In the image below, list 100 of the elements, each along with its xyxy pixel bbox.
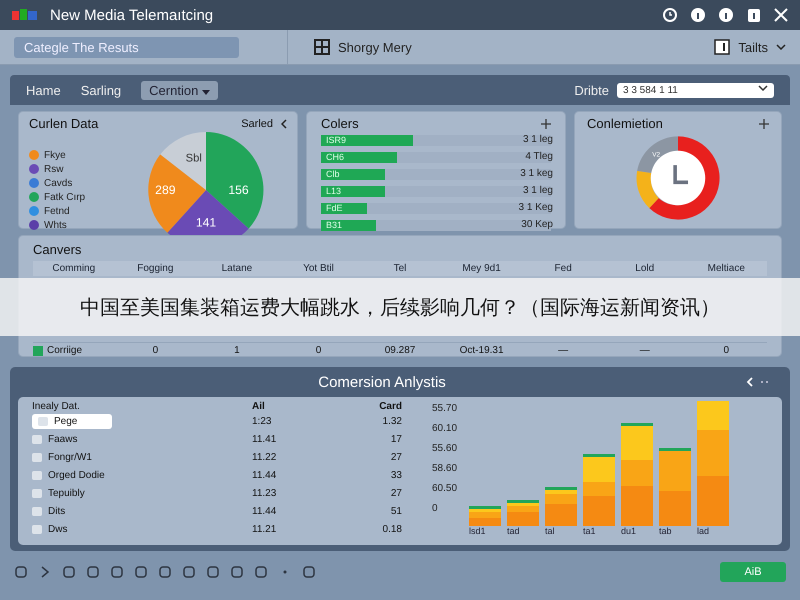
bar-fill: B31: [321, 220, 376, 230]
list-item[interactable]: Tepuibly: [32, 488, 252, 498]
info-icon[interactable]: [718, 7, 734, 23]
logo-icon: [12, 9, 38, 21]
list-item[interactable]: Orged Dodie: [32, 470, 252, 480]
window-title: New Media Telemaıtcing: [50, 6, 214, 24]
bar-fill: FdE: [321, 202, 367, 214]
table-cell-text: 11.44: [252, 470, 278, 480]
legend-label: Cavds: [44, 178, 72, 188]
date-label: Dribte: [574, 82, 609, 98]
list-item[interactable]: Dws: [32, 524, 252, 534]
table-cell-text: 33: [390, 470, 402, 480]
bar-value: 3 1 Keg: [518, 202, 553, 213]
axis-label: 58.60: [432, 463, 458, 474]
add-icon[interactable]: [541, 118, 551, 128]
table-cell-text: 11.41: [252, 434, 278, 444]
bar-value: 3 1 leg: [522, 134, 553, 145]
column-header: Meltiace: [706, 262, 746, 276]
column-header: Lold: [634, 262, 656, 276]
chevron-down-icon: [758, 84, 768, 90]
bar-value: 3 1 keg: [519, 168, 553, 179]
table-cell-text: 0.18: [382, 524, 402, 534]
table-cell-text: 51: [390, 506, 402, 516]
table-cell-text: 09.287: [384, 344, 416, 358]
bar-value: 30 Kep: [520, 219, 553, 230]
axis-label: du1: [621, 526, 638, 536]
table-cell-text: Oct-19.31: [458, 344, 505, 358]
column-header: Comming: [51, 262, 96, 276]
legend-label: Whts: [44, 220, 67, 230]
column-header: Latane: [220, 262, 254, 276]
list-item[interactable]: Pege: [32, 414, 112, 428]
axis-label: lsd1: [469, 526, 487, 536]
column-header: Fogging: [136, 262, 174, 276]
bar-value: 4 Tleg: [524, 151, 553, 162]
chevron-left-icon[interactable]: [746, 377, 770, 387]
table-cell-text: 11.23: [252, 488, 278, 498]
card-title: Colers: [321, 116, 359, 131]
axis-label: tad: [507, 526, 521, 536]
table-cell-text: 1: [233, 344, 241, 358]
legend-label: Rsw: [44, 164, 64, 174]
list-item[interactable]: Dits: [32, 506, 252, 516]
axis-label: tal: [545, 526, 556, 536]
stacked-bar: [583, 454, 616, 526]
date-select[interactable]: 3 3 584 1 11: [617, 82, 774, 98]
card-title: Canvers: [33, 242, 82, 257]
tabs-dropdown[interactable]: Tailts: [738, 40, 768, 54]
legend-label: Fatk Cırp: [44, 192, 86, 202]
column-header: Inealy Dat.: [32, 401, 80, 412]
table-cell-text: 0: [314, 344, 322, 358]
axis-label: tab: [659, 526, 673, 536]
grid-icon: [314, 39, 330, 55]
stacked-bar: [545, 487, 578, 526]
bar-fill: CH6: [321, 152, 397, 162]
table-cell: Corriige: [47, 345, 82, 356]
nav-link[interactable]: Hame: [26, 82, 61, 98]
table-cell-text: 11.44: [252, 506, 278, 516]
legend-label: Fetnd: [44, 206, 70, 216]
table-cell-text: 11.21: [252, 524, 278, 534]
column-header: Tel: [392, 262, 408, 276]
card-title: Curlen Data: [29, 116, 98, 131]
list-item[interactable]: Fongr/W1: [32, 452, 252, 462]
panel-title: Comersion Anlystis: [318, 374, 446, 390]
stacked-bar: [469, 506, 502, 526]
table-cell-text: 27: [390, 488, 402, 498]
bar-fill: Clb: [321, 168, 386, 180]
info-icon[interactable]: [690, 7, 706, 23]
caret-icon: [202, 90, 210, 94]
stacked-bar: [507, 500, 540, 526]
view-label[interactable]: Shorgy Mery: [338, 40, 412, 54]
headline-banner: 中国至美国集装箱运费大幅跳水，后续影响几何？（国际海运新闻资讯）: [0, 278, 800, 336]
column-header: Ail: [252, 401, 266, 412]
table-cell-text: 1:23: [252, 416, 272, 426]
nav-link[interactable]: Sarling: [80, 82, 122, 98]
chevron-left-icon[interactable]: [281, 118, 287, 128]
column-header: Card: [378, 401, 402, 412]
chevron-down-icon[interactable]: [776, 44, 786, 50]
table-cell-text: 27: [390, 452, 402, 462]
sort-label[interactable]: Sarled: [241, 118, 273, 130]
table-cell-text: —: [557, 344, 570, 358]
list-item[interactable]: Faaws: [32, 434, 252, 444]
axis-label: 0: [432, 503, 439, 514]
close-icon[interactable]: [774, 8, 788, 22]
bar-fill: L13: [321, 186, 386, 196]
table-cell-text: 11.22: [252, 452, 278, 462]
legend-label: Fkye: [44, 150, 66, 160]
table-cell-text: 1.32: [382, 416, 402, 426]
axis-label: 55.70: [432, 403, 458, 414]
axis-label: ta1: [583, 526, 597, 536]
lock-icon[interactable]: [746, 7, 762, 23]
nav-dropdown[interactable]: Cerntion: [141, 80, 218, 100]
table-cell-text: 0: [152, 344, 160, 358]
table-cell-text: —: [638, 344, 651, 358]
table-cell-text: 0: [722, 344, 730, 358]
axis-label: 55.60: [432, 443, 458, 454]
clock-icon[interactable]: [662, 7, 678, 23]
table-cell-text: 17: [390, 434, 402, 444]
card-title: Conlemietion: [587, 116, 663, 131]
axis-label: 60.10: [432, 423, 458, 434]
axis-label: 60.50: [432, 483, 458, 494]
add-icon[interactable]: [759, 118, 769, 128]
